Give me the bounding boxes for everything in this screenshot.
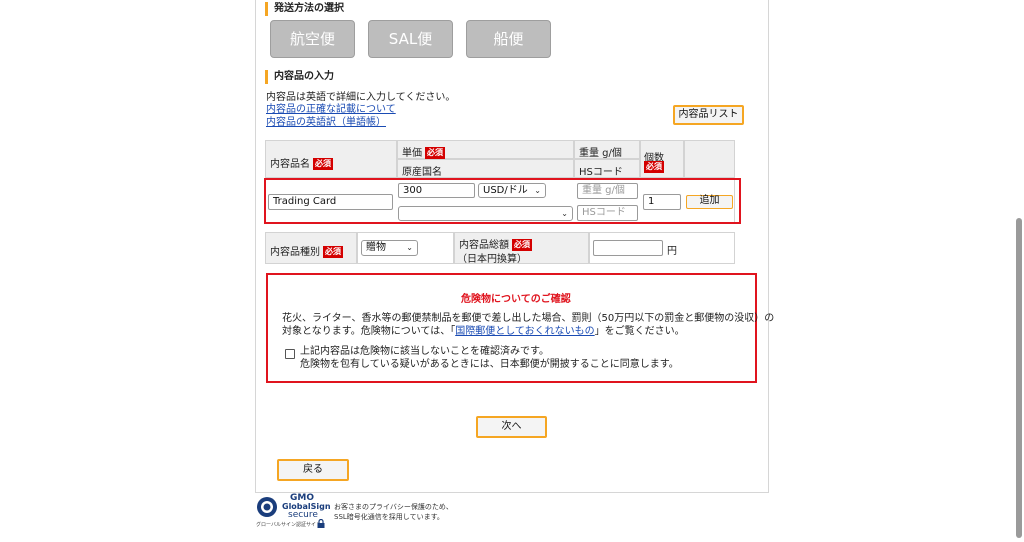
required-badge: 必須 [425,147,445,159]
category-label-cell: 内容品種別 必須 [265,232,357,264]
total-sublabel: （日本円換算） [457,254,527,265]
header-name-cell: 内容品名 必須 [265,140,397,178]
header-empty-cell [684,140,735,178]
header-weight-label: 重量 g/個 [579,148,622,159]
english-translation-link[interactable]: 内容品の英語訳（単語帳） [266,113,386,128]
header-name-label: 内容品名 [270,159,310,170]
chevron-down-icon: ⌄ [406,243,413,252]
shipping-air-button[interactable]: 航空便 [270,20,355,58]
shipping-section-title: 発送方法の選択 [265,2,344,16]
danger-confirm-checkbox[interactable] [285,349,295,359]
next-button[interactable]: 次へ [476,416,547,438]
total-label-cell: 内容品総額 必須 （日本円換算） [454,232,589,265]
category-label: 内容品種別 [270,247,320,258]
prohibited-items-link[interactable]: 国際郵便としておくれないもの [455,326,594,337]
content-border-right [768,0,769,492]
header-price-label: 単価 [402,148,422,159]
contents-list-button[interactable]: 内容品リスト [673,105,744,125]
content-border-bottom [255,492,769,493]
danger-line2-pre: 対象となります。危険物については、「 [282,326,456,337]
danger-notice-title: 危険物についてのご確認 [461,294,571,305]
secure-label: secure [288,510,318,520]
shipping-sal-button[interactable]: SAL便 [368,20,453,58]
required-badge: 必須 [323,246,343,258]
header-hs-cell: HSコード [574,159,640,178]
category-value: 贈物 [366,242,386,253]
lock-icon [317,518,325,528]
category-select[interactable]: 贈物 ⌄ [361,240,418,256]
required-badge: 必須 [644,161,664,173]
globalsign-seal-icon [256,496,278,518]
entry-row-highlight [264,178,741,224]
header-origin-label: 原産国名 [402,167,442,178]
total-amount-input[interactable] [593,240,663,256]
danger-notice-line2: 対象となります。危険物については、「国際郵便としておくれないもの」をご覧ください… [282,322,685,337]
shipping-sea-button[interactable]: 船便 [466,20,551,58]
privacy-text-1: お客さまのプライバシー保護のため、 [334,503,453,511]
danger-confirm-text2: 危険物を包有している疑いがあるときには、日本郵便が開披することに同意します。 [300,359,679,370]
header-hs-label: HSコード [579,167,623,178]
contents-section-title: 内容品の入力 [265,70,334,84]
content-border-left [255,0,256,492]
header-origin-cell: 原産国名 [397,159,574,178]
header-weight-cell: 重量 g/個 [574,140,640,159]
required-badge: 必須 [313,158,333,170]
yen-unit: 円 [667,246,677,257]
seal-caption: グローバルサイン認証サイト [256,522,321,528]
back-button[interactable]: 戻る [277,459,349,481]
header-price-cell: 単価 必須 [397,140,574,159]
privacy-text-2: SSL暗号化通信を採用しています。 [334,513,444,521]
danger-line2-post: 」をご覧ください。 [594,326,685,337]
header-count-cell: 個数 必須 [640,140,684,178]
scrollbar-thumb[interactable] [1016,218,1022,538]
